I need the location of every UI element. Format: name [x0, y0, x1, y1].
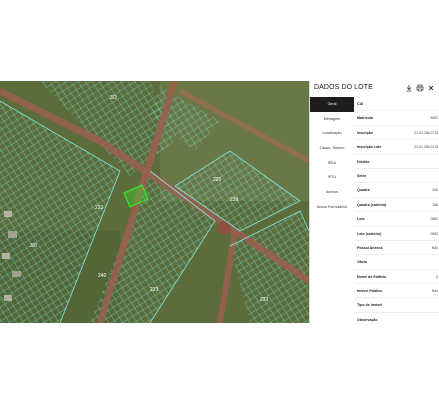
- field-label: Quadra (cartório): [357, 202, 387, 207]
- tab-caract-terreno[interactable]: Caract. Terreno: [310, 141, 354, 156]
- field-label: Observação: [357, 317, 378, 322]
- field-label: Inscrição Lote: [357, 145, 382, 150]
- field-label: Matrícula: [357, 116, 373, 121]
- field-value: 0082: [430, 217, 438, 222]
- field-value: 0: [436, 274, 438, 279]
- field-row: Distrito: [354, 155, 439, 169]
- field-label: Imóvel Público: [357, 289, 383, 294]
- field-label: Distrito: [357, 159, 370, 164]
- field-label: Ofício: [357, 260, 368, 265]
- field-row: Setor: [354, 169, 439, 184]
- field-row: Possui Anexos Não: [354, 241, 439, 256]
- field-list: CAI Matrícula 5082 Inscrição 01.01.256.017…: [354, 97, 439, 323]
- tab-ipdu[interactable]: IPDU: [310, 156, 354, 171]
- field-label: Tipo de Imóvel: [357, 303, 383, 308]
- field-label: Quadra: [357, 188, 370, 193]
- field-row: Inscrição Lote 01.01.256.0178: [354, 140, 439, 155]
- panel-title: DADOS DO LOTE: [314, 84, 373, 91]
- block-label: 223: [95, 205, 104, 211]
- field-label: Lote: [357, 217, 365, 222]
- field-label: Lote (cartório): [357, 231, 382, 236]
- block-label: 223: [150, 287, 159, 293]
- panel-header: DADOS DO LOTE: [310, 81, 439, 97]
- tab-anexos[interactable]: Anexos: [310, 185, 354, 200]
- tab-geral[interactable]: Geral: [310, 97, 354, 112]
- block-label: 239: [230, 197, 239, 203]
- tab-metragem[interactable]: Metragem: [310, 112, 354, 127]
- block-label: 220: [213, 177, 222, 183]
- field-row: Observação: [354, 313, 439, 323]
- field-label: Possui Anexos: [357, 245, 383, 250]
- field-value: 0082: [430, 231, 438, 236]
- field-row: Nome do Edifício 0: [354, 270, 439, 285]
- field-row: Lote 0082: [354, 212, 439, 227]
- tab-iptu[interactable]: IPTU: [310, 170, 354, 185]
- field-row: CAI: [354, 97, 439, 112]
- block-label: 240: [98, 273, 107, 279]
- map-canvas[interactable]: 3/2 3/8 220 240 223 233 239 223: [0, 81, 309, 323]
- field-label: CAI: [357, 102, 364, 106]
- lot-data-panel: DADOS DO LOTE Geral Metragem Localização…: [309, 81, 439, 323]
- field-value: Não: [431, 245, 438, 250]
- field-label: Inscrição: [357, 130, 373, 135]
- field-row: Matrícula 5082: [354, 111, 439, 126]
- field-value: 256: [432, 202, 438, 207]
- field-label: Nome do Edifício: [357, 274, 387, 279]
- field-value: 5082: [430, 116, 438, 121]
- field-value: 01.01.256.0178: [414, 145, 438, 150]
- field-label: Setor: [357, 173, 367, 178]
- field-value: 01.01.256.0178: [414, 130, 438, 135]
- field-row: Imóvel Público Não: [354, 284, 439, 299]
- close-icon[interactable]: [427, 84, 435, 92]
- field-row: Inscrição 01.01.256.0178: [354, 126, 439, 141]
- download-icon[interactable]: [405, 84, 413, 92]
- field-row: Lote (cartório) 0082: [354, 227, 439, 241]
- field-row: Tipo de Imóvel: [354, 298, 439, 313]
- tab-localizacao[interactable]: Localização: [310, 126, 354, 141]
- tab-list: Geral Metragem Localização Caract. Terre…: [310, 97, 354, 215]
- map-view[interactable]: 3/2 3/8 220 240 223 233 239 223: [0, 81, 309, 323]
- field-row: Ofício: [354, 255, 439, 270]
- field-row: Quadra 256: [354, 183, 439, 198]
- block-label: 3/2: [110, 95, 117, 101]
- field-row: Quadra (cartório) 256: [354, 198, 439, 213]
- block-label: 3/8: [30, 243, 37, 249]
- field-value: Não: [431, 289, 438, 294]
- field-value: 256: [432, 188, 438, 193]
- print-icon[interactable]: [416, 84, 424, 92]
- tab-novos-formularios[interactable]: Novos Formulários: [310, 200, 354, 215]
- block-label: 233: [260, 297, 269, 303]
